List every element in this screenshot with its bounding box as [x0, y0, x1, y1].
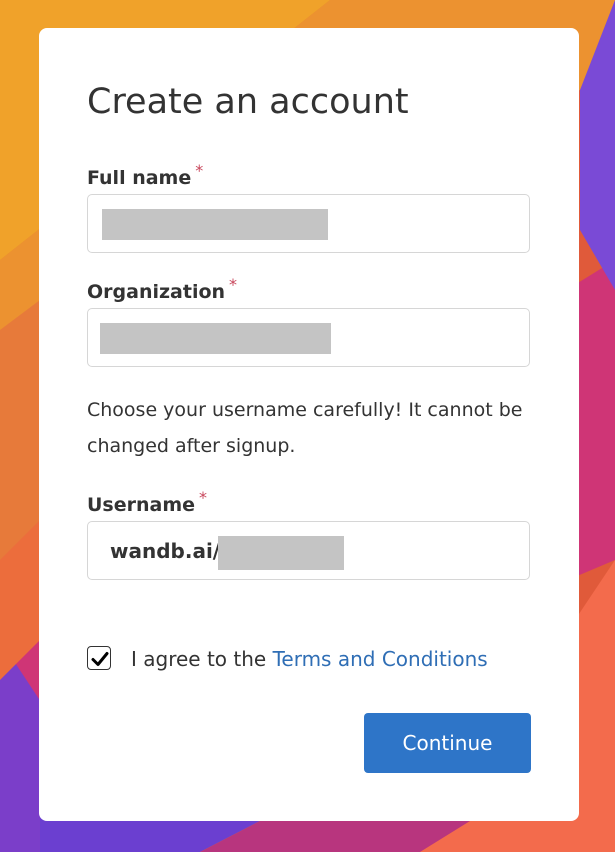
username-prefix: wandb.ai/: [110, 539, 221, 563]
redacted-value: [218, 536, 344, 570]
page-title: Create an account: [87, 82, 409, 122]
organization-input[interactable]: [87, 308, 530, 367]
full-name-label-text: Full name: [87, 167, 192, 189]
required-marker: *: [199, 488, 208, 507]
agree-prefix-text: I agree to the: [131, 647, 273, 671]
full-name-input[interactable]: [87, 194, 530, 253]
organization-label: Organization *: [87, 273, 237, 304]
username-label-text: Username: [87, 494, 196, 516]
terms-and-conditions-link[interactable]: Terms and Conditions: [273, 647, 488, 671]
terms-checkbox[interactable]: [87, 646, 111, 670]
required-marker: *: [195, 161, 204, 180]
organization-label-text: Organization: [87, 281, 226, 303]
terms-agreement-text: I agree to the Terms and Conditions: [131, 646, 488, 672]
username-input[interactable]: wandb.ai/: [87, 521, 530, 580]
signup-card: Create an account Full name * Organizatio…: [39, 28, 579, 821]
username-label: Username *: [87, 486, 207, 517]
checkmark-icon: [91, 652, 109, 666]
username-hint: Choose your username carefully! It canno…: [87, 399, 523, 457]
full-name-label: Full name *: [87, 159, 203, 190]
redacted-value: [102, 209, 328, 240]
continue-button[interactable]: Continue: [364, 713, 531, 773]
redacted-value: [100, 323, 331, 354]
required-marker: *: [229, 275, 238, 294]
